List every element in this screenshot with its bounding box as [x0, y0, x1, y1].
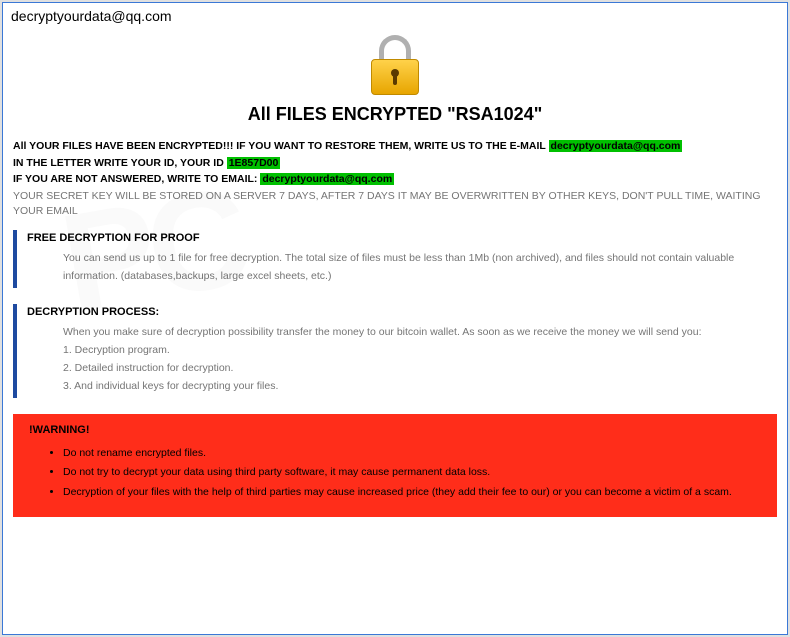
- process-step-2: 2. Detailed instruction for decryption.: [63, 360, 777, 378]
- intro-line-3-text: IF YOU ARE NOT ANSWERED, WRITE TO EMAIL:: [13, 173, 260, 185]
- section-free-decryption-title: FREE DECRYPTION FOR PROOF: [27, 232, 777, 244]
- headline: All FILES ENCRYPTED "RSA1024": [13, 104, 777, 125]
- section-free-decryption-body: You can send us up to 1 file for free de…: [27, 250, 777, 286]
- warning-box: !WARNING! Do not rename encrypted files.…: [13, 414, 777, 518]
- intro-line-1-text: All YOUR FILES HAVE BEEN ENCRYPTED!!! IF…: [13, 140, 549, 152]
- section-decryption-process: DECRYPTION PROCESS: When you make sure o…: [13, 304, 777, 397]
- warning-list: Do not rename encrypted files. Do not tr…: [29, 444, 761, 504]
- warning-item: Decryption of your files with the help o…: [63, 483, 761, 503]
- contact-email-1: decryptyourdata@qq.com: [549, 140, 683, 152]
- titlebar[interactable]: decryptyourdata@qq.com: [3, 3, 787, 29]
- lock-icon: [367, 35, 423, 95]
- section-decryption-process-body: When you make sure of decryption possibi…: [27, 324, 777, 395]
- process-step-1: 1. Decryption program.: [63, 342, 777, 360]
- intro-line-2-text: IN THE LETTER WRITE YOUR ID, YOUR ID: [13, 157, 227, 169]
- header-block: All FILES ENCRYPTED "RSA1024": [13, 33, 777, 125]
- warning-item: Do not rename encrypted files.: [63, 444, 761, 464]
- victim-id: 1E857D00: [227, 157, 281, 169]
- process-step-3: 3. And individual keys for decrypting yo…: [63, 378, 777, 396]
- intro-line-3: IF YOU ARE NOT ANSWERED, WRITE TO EMAIL:…: [13, 172, 777, 187]
- warning-item: Do not try to decrypt your data using th…: [63, 463, 761, 483]
- process-intro: When you make sure of decryption possibi…: [63, 324, 777, 342]
- section-free-decryption: FREE DECRYPTION FOR PROOF You can send u…: [13, 230, 777, 288]
- contact-email-2: decryptyourdata@qq.com: [260, 173, 394, 185]
- window-title: decryptyourdata@qq.com: [11, 8, 172, 24]
- intro-line-2: IN THE LETTER WRITE YOUR ID, YOUR ID 1E8…: [13, 156, 777, 171]
- section-decryption-process-title: DECRYPTION PROCESS:: [27, 306, 777, 318]
- intro-line-1: All YOUR FILES HAVE BEEN ENCRYPTED!!! IF…: [13, 139, 777, 154]
- ransom-window: decryptyourdata@qq.com PC All FILES ENCR…: [2, 2, 788, 635]
- content-area: PC All FILES ENCRYPTED "RSA1024" All YOU…: [3, 29, 787, 634]
- key-storage-note: YOUR SECRET KEY WILL BE STORED ON A SERV…: [13, 189, 777, 218]
- warning-title: !WARNING!: [29, 424, 761, 436]
